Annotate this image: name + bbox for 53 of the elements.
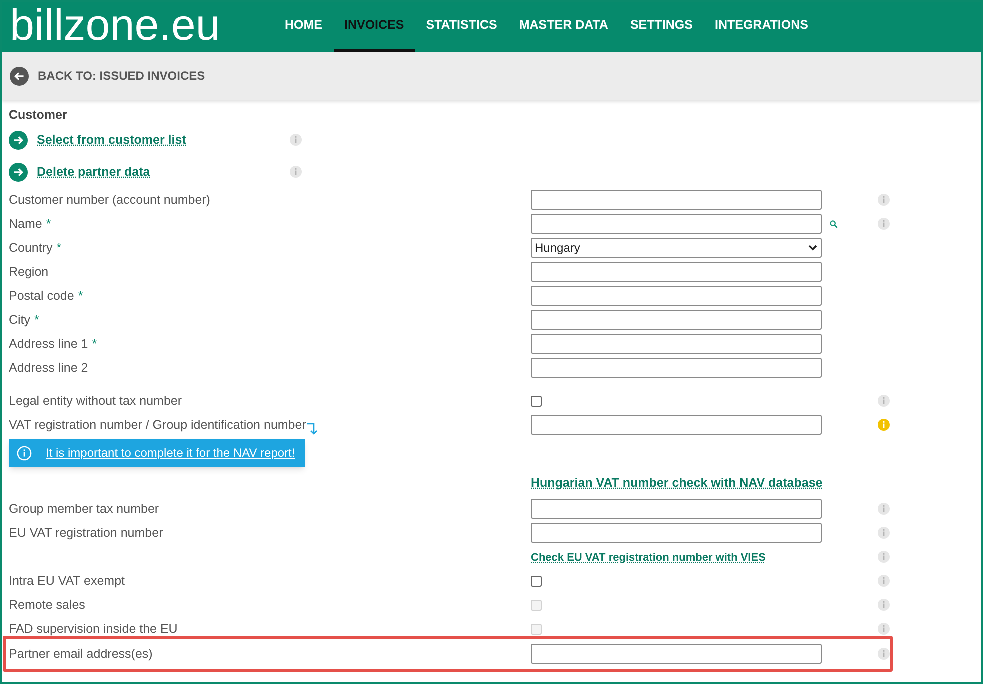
field-label: Region bbox=[9, 264, 49, 281]
field-label: City bbox=[9, 312, 31, 329]
chevron-down-icon bbox=[808, 244, 818, 252]
nav-tab[interactable]: SETTINGS bbox=[619, 2, 704, 52]
info-icon bbox=[17, 446, 32, 460]
required-mark: * bbox=[56, 240, 62, 257]
input-field[interactable] bbox=[531, 214, 822, 234]
field-label: Intra EU VAT exempt bbox=[9, 572, 126, 590]
field-label: Postal code bbox=[9, 288, 74, 305]
field-label: EU VAT registration number bbox=[9, 524, 164, 542]
check-link[interactable]: Check EU VAT registration number with VIES bbox=[531, 552, 766, 564]
input-field[interactable] bbox=[531, 262, 822, 282]
field-label: Address line 1 bbox=[9, 336, 88, 353]
field-label: Group member tax number bbox=[9, 500, 160, 518]
input-field[interactable] bbox=[531, 310, 822, 330]
field-label: Partner email address(es) bbox=[9, 646, 153, 663]
field-label: Address line 2 bbox=[9, 360, 88, 377]
required-mark: * bbox=[92, 336, 98, 353]
back-link[interactable]: BACK TO: ISSUED INVOICES bbox=[38, 67, 206, 85]
check-link[interactable]: Hungarian VAT number check with NAV database bbox=[531, 476, 823, 490]
checkbox[interactable] bbox=[531, 576, 542, 586]
field-label: Customer number (account number) bbox=[9, 192, 210, 209]
nav-tab[interactable]: MASTER DATA bbox=[508, 2, 620, 52]
action-link[interactable]: Select from customer list bbox=[37, 130, 290, 150]
search-icon[interactable] bbox=[830, 218, 838, 230]
country-select[interactable]: Hungary bbox=[531, 238, 822, 258]
input-field[interactable] bbox=[531, 523, 822, 543]
input-field[interactable] bbox=[531, 286, 822, 306]
field-label: Name bbox=[9, 216, 42, 233]
arrow-right-icon bbox=[9, 130, 28, 150]
field-label: FAD supervision inside the EU bbox=[9, 620, 178, 638]
input-field[interactable] bbox=[531, 358, 822, 378]
required-mark: * bbox=[78, 288, 84, 305]
input-field[interactable] bbox=[531, 334, 822, 354]
input-field[interactable] bbox=[531, 190, 822, 210]
nav-tab[interactable]: HOME bbox=[274, 2, 334, 52]
input-field[interactable] bbox=[531, 415, 822, 435]
arrow-right-icon bbox=[9, 162, 28, 182]
input-field[interactable] bbox=[531, 644, 822, 664]
required-mark: * bbox=[34, 312, 40, 329]
notice-link[interactable]: It is important to complete it for the NAV report! bbox=[46, 444, 296, 462]
logo: billzone.eu bbox=[10, 3, 222, 49]
field-label: Country bbox=[9, 240, 53, 257]
field-label: Legal entity without tax number bbox=[9, 392, 182, 410]
required-mark: * bbox=[46, 216, 52, 233]
checkbox[interactable] bbox=[531, 396, 542, 406]
action-link[interactable]: Delete partner data bbox=[37, 162, 290, 182]
input-field[interactable] bbox=[531, 499, 822, 519]
section-title: Customer bbox=[9, 107, 68, 124]
field-label: VAT registration number / Group identification number bbox=[9, 416, 306, 434]
field-label: Remote sales bbox=[9, 596, 86, 614]
nav-tab[interactable]: INTEGRATIONS bbox=[704, 2, 820, 52]
nav-tab[interactable]: STATISTICS bbox=[415, 2, 508, 52]
